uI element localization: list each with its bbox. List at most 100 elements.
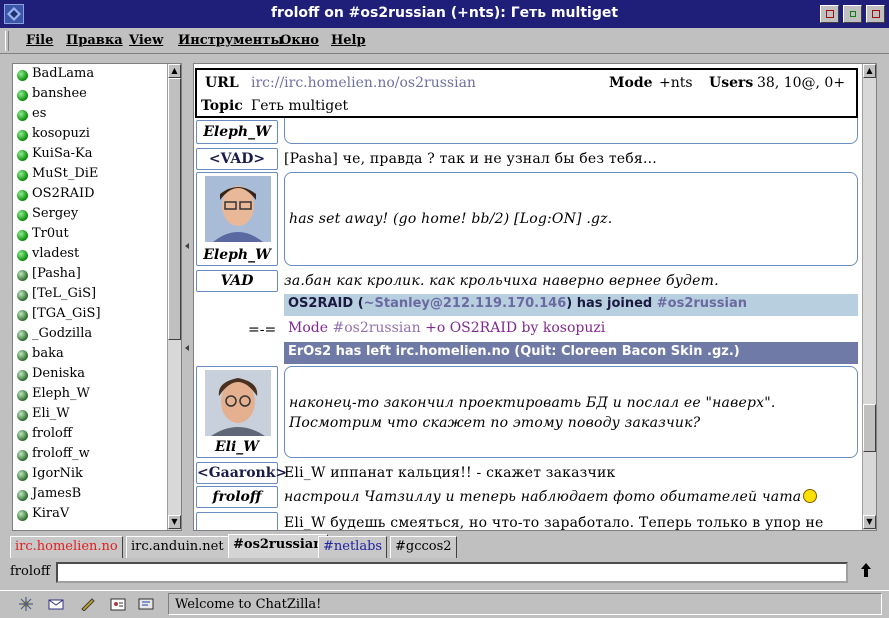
channel-mode: +nts <box>659 75 693 91</box>
nick-name: Eleph_W <box>203 247 271 263</box>
close-button[interactable] <box>866 5 885 23</box>
op-status-icon <box>17 170 28 181</box>
toolbar-grip[interactable] <box>5 31 9 51</box>
nick-cell[interactable]: <Gaaronk> <box>196 462 287 484</box>
voice-status-icon <box>17 330 28 341</box>
join-nick[interactable]: OS2RAID <box>288 296 353 311</box>
message-input[interactable] <box>56 562 848 583</box>
op-status-icon <box>17 250 28 261</box>
nick-label: KiraV <box>32 506 70 521</box>
tab-irc-homelien[interactable]: irc.homelien.no <box>10 536 123 558</box>
voice-status-icon <box>17 450 28 461</box>
scroll-down-arrow-icon[interactable]: ▼ <box>168 515 181 529</box>
op-status-icon <box>17 210 28 221</box>
scroll-down-arrow-icon[interactable]: ▼ <box>863 515 876 529</box>
mode-change: +o OS2RAID by kosopuzi <box>425 320 606 336</box>
voice-status-icon <box>17 310 28 321</box>
nick-label: Sergey <box>32 206 79 221</box>
op-status-icon <box>17 190 28 201</box>
voice-status-icon <box>17 430 28 441</box>
tab-gccos2[interactable]: #gccos2 <box>390 536 457 558</box>
security-icon[interactable] <box>18 597 34 611</box>
nick-cell[interactable]: Eleph_W <box>196 172 278 266</box>
menu-view[interactable]: View <box>129 33 163 48</box>
channel-topic[interactable]: Гeть multiget <box>251 98 348 114</box>
op-status-icon <box>17 90 28 101</box>
collapse-left-arrow-icon[interactable] <box>185 345 189 351</box>
smiley-icon <box>803 489 818 503</box>
voice-status-icon <box>17 510 28 521</box>
nick-label: Eleph_W <box>32 386 90 401</box>
topic-label: Topic <box>201 98 243 114</box>
multiline-toggle-arrow-icon[interactable] <box>856 562 876 582</box>
scroll-thumb[interactable] <box>863 404 876 452</box>
op-status-icon <box>17 230 28 241</box>
channel-users: 38, 10@, 0+ <box>757 75 846 91</box>
nick-label: MuSt_DiE <box>32 166 99 181</box>
nick-cell[interactable]: Eleph_W <box>196 120 278 144</box>
join-channel[interactable]: #os2russian <box>657 296 747 311</box>
message-bubble: наконец-то закончил проектировать БД и п… <box>284 366 858 458</box>
chat-icon[interactable] <box>138 597 154 611</box>
tab-os2russian[interactable]: #os2russian <box>228 534 328 558</box>
input-nick-label[interactable]: froloff <box>10 564 50 579</box>
mail-icon[interactable] <box>48 597 64 611</box>
nick-label: BadLama <box>32 66 95 81</box>
title-bar: froloff on #os2russian (+nts): Гeть mult… <box>0 0 889 28</box>
message-text: Eli_W будешь смеяться, но что-то заработ… <box>284 515 824 531</box>
nick-label: froloff <box>32 426 73 441</box>
part-notice: ErOs2 has left irc.homelien.no (Quit: Cl… <box>284 342 858 364</box>
status-text: Welcome to ChatZilla! <box>168 593 882 615</box>
menu-edit[interactable]: Правка <box>66 33 123 48</box>
nick-cell[interactable]: <VAD> <box>196 148 278 170</box>
minimize-button[interactable] <box>843 5 862 23</box>
tab-netlabs[interactable]: #netlabs <box>318 536 388 558</box>
menu-window[interactable]: Окно <box>280 33 319 48</box>
nick-label: _Godzilla <box>32 326 93 341</box>
address-book-icon[interactable] <box>110 597 126 611</box>
collapse-left-arrow-icon[interactable] <box>185 243 189 249</box>
nick-cell[interactable]: Eli_W <box>196 366 278 458</box>
compose-icon[interactable] <box>80 597 96 612</box>
channel-header: URL irc://irc.homelien.no/os2russian Mod… <box>195 68 858 118</box>
nick-cell[interactable]: VAD <box>196 270 278 292</box>
menu-file[interactable]: File <box>26 33 53 48</box>
nick-list[interactable]: BadLama banshee es kosopuzi KuiSa-Ka MuSt_DiE… <box>12 63 182 531</box>
message-row: настроил Чатзиллу и теперь наблюдает фот… <box>284 489 858 505</box>
op-status-icon <box>17 150 28 161</box>
tab-irc-anduin[interactable]: irc.anduin.net <box>126 536 229 558</box>
menu-tools[interactable]: Инструменты <box>178 33 283 48</box>
chat-output[interactable]: Eleph_W URL irc://irc.homelien.no/os2rus… <box>193 63 877 531</box>
scroll-up-arrow-icon[interactable]: ▲ <box>168 64 181 78</box>
nick-label: es <box>32 106 47 121</box>
voice-status-icon <box>17 470 28 481</box>
restore-icon <box>826 10 834 18</box>
voice-status-icon <box>17 390 28 401</box>
nick-cell[interactable]: froloff <box>196 486 278 508</box>
mode-notice: Mode #os2russian +o OS2RAID by kosopuzi <box>284 318 858 340</box>
voice-status-icon <box>17 490 28 501</box>
mode-channel[interactable]: #os2russian <box>332 320 420 336</box>
close-icon <box>872 10 880 18</box>
chat-scrollbar[interactable]: ▲ ▼ <box>862 64 876 530</box>
join-notice: OS2RAID (~Stanley@212.119.170.146) has j… <box>284 294 858 316</box>
restore-button[interactable] <box>820 5 839 23</box>
nick-list-scrollbar[interactable]: ▲ ▼ <box>167 64 181 530</box>
message-text: has set away! (go home! bb/2) [Log:ON] .… <box>289 211 613 227</box>
op-status-icon <box>17 130 28 141</box>
message-text: за.бан как кролик. как крольчиха наверно… <box>284 273 719 289</box>
message-text: [Pasha] че, правда ? так и не узнал бы б… <box>284 151 657 167</box>
channel-url[interactable]: irc://irc.homelien.no/os2russian <box>251 75 476 91</box>
join-text: has joined <box>576 296 653 311</box>
menu-help[interactable]: Help <box>331 33 366 48</box>
nick-cell[interactable] <box>196 512 278 530</box>
nick-label: vladest <box>32 246 80 261</box>
window-title: froloff on #os2russian (+nts): Гeть mult… <box>270 5 619 21</box>
scroll-up-arrow-icon[interactable]: ▲ <box>863 64 876 78</box>
scroll-thumb[interactable] <box>168 78 181 340</box>
pane-splitter[interactable] <box>183 63 192 531</box>
users-label: Users <box>709 75 754 91</box>
join-host: ~Stanley@212.119.170.146 <box>363 296 567 311</box>
voice-status-icon <box>17 350 28 361</box>
nick-label: froloff_w <box>32 446 90 461</box>
